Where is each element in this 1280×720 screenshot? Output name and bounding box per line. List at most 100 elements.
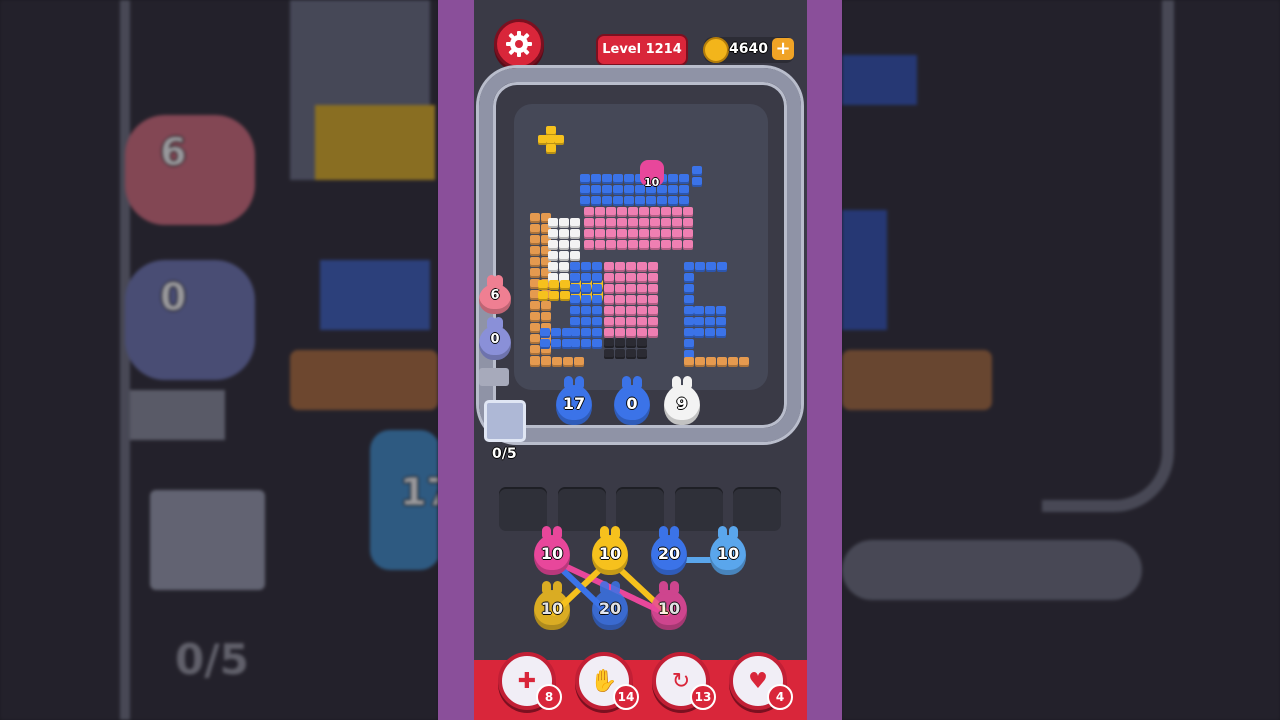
holding-slot[interactable] xyxy=(616,487,664,531)
pixel-cell xyxy=(570,317,580,327)
pixel-cell xyxy=(604,306,614,316)
pixel-cell xyxy=(584,218,594,228)
pixel-cell xyxy=(530,334,540,344)
holding-slot[interactable] xyxy=(674,487,723,531)
pixel-cell xyxy=(530,357,540,367)
pixel-cell xyxy=(617,229,627,239)
pixel-cell xyxy=(552,357,562,367)
shooter-bunny[interactable]: 9 xyxy=(664,376,700,425)
pixel-cell xyxy=(615,306,625,316)
pixel-cell xyxy=(591,196,601,206)
pixel-cell xyxy=(559,218,569,228)
pixel-cell xyxy=(580,174,590,184)
echo-count-top: 6 xyxy=(160,130,187,174)
pixel-cell xyxy=(705,317,715,327)
pixel-cell xyxy=(591,174,601,184)
stack-bunny-pink[interactable]: 6 xyxy=(479,275,511,314)
pixel-cell xyxy=(657,196,667,206)
shooter-bunny[interactable]: 17 xyxy=(556,376,592,425)
pixel-cell xyxy=(648,306,658,316)
pixel-cell xyxy=(624,174,634,184)
bunny-icon: ♥ xyxy=(748,668,768,694)
holding-slot[interactable] xyxy=(733,487,781,531)
game-screen: Level 1214 4640 + 10 6 0 0/5 17 0 9 10 10 20… xyxy=(474,0,807,720)
pixel-cell xyxy=(639,240,649,250)
pixel-cell xyxy=(628,240,638,250)
pixel-cell xyxy=(595,229,605,239)
stack-base xyxy=(479,368,509,386)
pixel-cell xyxy=(560,291,570,301)
pixel-cell xyxy=(637,306,647,316)
pixel-cell xyxy=(530,301,540,311)
tray-bunny[interactable]: 20 xyxy=(592,581,628,630)
pixel-cell xyxy=(628,207,638,217)
stack-bunny-blue[interactable]: 0 xyxy=(479,317,511,360)
pixel-cell xyxy=(538,280,548,290)
pixel-cell xyxy=(661,240,671,250)
pixel-cell xyxy=(530,345,540,355)
pixel-cell xyxy=(538,291,548,301)
pixel-cell xyxy=(530,224,540,234)
tray-bunny[interactable]: 10 xyxy=(651,581,687,630)
holding-slot[interactable] xyxy=(557,487,606,531)
pixel-cell xyxy=(626,295,636,305)
pixel-cell xyxy=(646,196,656,206)
pixel-cell xyxy=(650,229,660,239)
holding-slot[interactable] xyxy=(499,487,547,531)
pixel-cell xyxy=(668,185,678,195)
shuffle-icon: ↻ xyxy=(671,668,691,694)
pixel-cell xyxy=(540,328,550,338)
pixel-cell xyxy=(637,349,647,359)
pixel-cell xyxy=(570,251,580,261)
pixel-cell xyxy=(530,235,540,245)
powerup-count-badge: 8 xyxy=(536,684,562,710)
pixel-cell xyxy=(716,317,726,327)
pixel-cell xyxy=(639,218,649,228)
pixel-cell xyxy=(604,262,614,272)
pixel-cell xyxy=(615,328,625,338)
pixel-cell xyxy=(626,338,636,348)
tray-bunny[interactable]: 20 xyxy=(651,526,687,575)
pixel-cell xyxy=(637,284,647,294)
pixel-cell xyxy=(602,174,612,184)
pixel-cell xyxy=(606,207,616,217)
pixel-cell xyxy=(604,295,614,305)
tray-bunny-count: 10 xyxy=(598,544,622,563)
pixel-cell xyxy=(716,306,726,316)
pixel-cell xyxy=(613,174,623,184)
tray-bunny[interactable]: 10 xyxy=(534,581,570,630)
pixel-cell xyxy=(604,338,614,348)
pixel-cell xyxy=(604,328,614,338)
pixel-cell xyxy=(637,338,647,348)
pixel-cell xyxy=(530,268,540,278)
pixel-cell xyxy=(530,257,540,267)
pixel-cell xyxy=(637,262,647,272)
pixel-cell xyxy=(639,229,649,239)
tray-bunny[interactable]: 10 xyxy=(710,526,746,575)
pixel-cell xyxy=(683,240,693,250)
pixel-cell xyxy=(613,196,623,206)
pixel-cell xyxy=(541,312,551,322)
pixel-cell xyxy=(617,240,627,250)
tray-bunny-count: 10 xyxy=(540,599,564,618)
tray-bunny[interactable]: 10 xyxy=(534,526,570,575)
pixel-cell xyxy=(672,207,682,217)
pixel-cell xyxy=(650,240,660,250)
pixel-cell xyxy=(694,317,704,327)
pixel-cell xyxy=(541,357,551,367)
pixel-cell xyxy=(684,273,694,283)
pixel-cell xyxy=(648,262,658,272)
shooter-bunny[interactable]: 0 xyxy=(614,376,650,425)
pixel-cell xyxy=(639,207,649,217)
pixel-cell xyxy=(648,328,658,338)
pixel-cell xyxy=(694,328,704,338)
background-echo-right xyxy=(842,0,1280,720)
pixel-cell xyxy=(692,166,702,176)
pixel-cell xyxy=(672,218,682,228)
pixel-cell xyxy=(624,196,634,206)
tray-bunny[interactable]: 10 xyxy=(592,526,628,575)
pixel-cell xyxy=(637,328,647,338)
pixel-cell xyxy=(595,240,605,250)
pixel-cell xyxy=(559,229,569,239)
pixel-cell xyxy=(717,262,727,272)
